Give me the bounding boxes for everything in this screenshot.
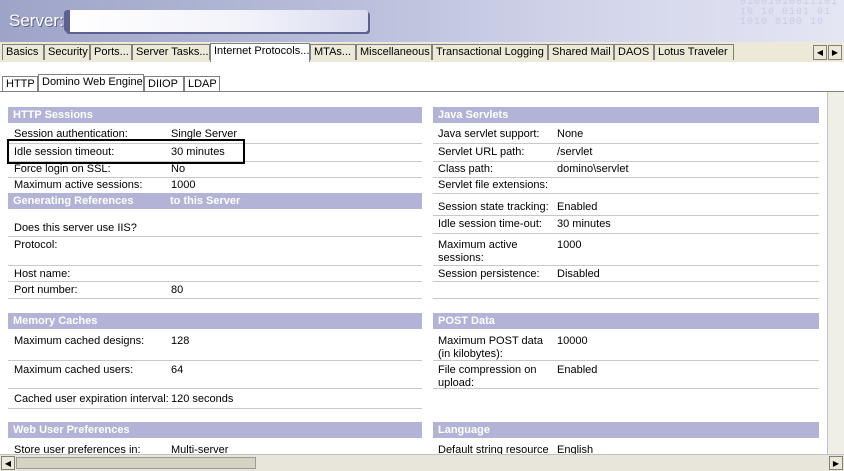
row-divider xyxy=(8,281,422,282)
value-java-max-active-sessions[interactable]: 1000 xyxy=(557,239,581,252)
label-java-max-active-sessions: Maximum active sessions: xyxy=(438,239,518,264)
row-divider xyxy=(433,143,819,144)
value-max-post-data[interactable]: 10000 xyxy=(557,335,588,348)
binary-decoration: 01001010011101 10 10 0101 01 1010 0100 1… xyxy=(739,0,838,28)
value-file-compression-upload[interactable]: Enabled xyxy=(557,364,597,377)
header-title: Server: xyxy=(9,11,64,30)
row-divider xyxy=(433,281,819,282)
tab-scroll-left-icon[interactable]: ◀ xyxy=(813,45,827,60)
row-divider xyxy=(433,193,819,194)
subtab-domino-web-engine[interactable]: Domino Web Engine xyxy=(38,74,144,92)
label-idle-session-time-out: Idle session time-out: xyxy=(438,218,542,230)
sub-tab-divider xyxy=(0,91,844,92)
section-post-data: POST Data xyxy=(433,313,819,329)
value-max-cached-designs[interactable]: 128 xyxy=(171,335,189,348)
label-session-persistence: Session persistence: xyxy=(438,268,540,280)
tab-daos[interactable]: DAOS xyxy=(614,44,654,60)
label-server-use-iis: Does this server use IIS? xyxy=(14,222,137,234)
row-divider xyxy=(433,233,819,234)
label-class-path: Class path: xyxy=(438,163,494,175)
tab-basics[interactable]: Basics xyxy=(2,44,44,60)
server-header: 01001010011101 10 10 0101 01 1010 0100 1… xyxy=(0,0,844,42)
tab-transactional-logging[interactable]: Transactional Logging xyxy=(432,44,548,60)
value-session-persistence[interactable]: Disabled xyxy=(557,268,600,281)
row-divider xyxy=(433,360,819,361)
label-maximum-active-sessions: Maximum active sessions: xyxy=(14,179,143,191)
row-divider xyxy=(433,215,819,216)
tab-server-tasks[interactable]: Server Tasks... xyxy=(132,44,210,60)
subtab-diiop[interactable]: DIIOP xyxy=(144,76,184,92)
value-port-number[interactable]: 80 xyxy=(171,284,183,297)
label-max-post-data: Maximum POST data (in kilobytes): xyxy=(438,335,543,360)
row-divider xyxy=(433,265,819,266)
label-servlet-url-path: Servlet URL path: xyxy=(438,146,525,158)
section-generating-references-title: Generating References xyxy=(13,195,134,207)
vertical-scrollbar[interactable] xyxy=(827,92,844,454)
label-max-cached-designs: Maximum cached designs: xyxy=(14,335,145,347)
subtab-ldap[interactable]: LDAP xyxy=(184,76,220,92)
row-divider xyxy=(433,177,819,178)
label-cached-user-expiration: Cached user expiration interval: xyxy=(14,393,169,405)
value-java-servlet-support[interactable]: None xyxy=(557,128,583,141)
row-divider xyxy=(433,388,819,389)
label-java-servlet-support: Java servlet support: xyxy=(438,128,540,140)
label-port-number: Port number: xyxy=(14,284,78,296)
highlight-rectangle xyxy=(7,139,245,164)
row-divider xyxy=(8,360,422,361)
label-servlet-file-extensions: Servlet file extensions: xyxy=(438,179,549,191)
section-memory-caches: Memory Caches xyxy=(8,313,422,329)
section-web-user-preferences: Web User Preferences xyxy=(8,422,422,438)
label-session-state-tracking: Session state tracking: xyxy=(438,201,549,213)
tab-scroll-buttons: ◀ ▶ xyxy=(812,45,842,60)
subtab-http[interactable]: HTTP xyxy=(2,76,38,92)
section-http-sessions: HTTP Sessions xyxy=(8,107,422,123)
row-divider xyxy=(8,265,422,266)
value-idle-session-time-out[interactable]: 30 minutes xyxy=(557,218,611,231)
value-session-state-tracking[interactable]: Enabled xyxy=(557,201,597,214)
row-divider xyxy=(433,161,819,162)
value-cached-user-expiration[interactable]: 120 seconds xyxy=(171,393,233,406)
value-class-path[interactable]: domino\servlet xyxy=(557,163,629,176)
section-generating-references: Generating References to this Server xyxy=(8,193,422,209)
tab-ports[interactable]: Ports... xyxy=(90,44,132,60)
row-divider xyxy=(433,298,819,299)
row-divider xyxy=(8,236,422,237)
scroll-left-arrow-icon[interactable]: ◀ xyxy=(1,456,15,470)
row-divider xyxy=(8,408,422,409)
scroll-right-arrow-icon[interactable]: ▶ xyxy=(829,456,843,470)
tab-security[interactable]: Security xyxy=(44,44,90,60)
label-force-login-ssl: Force login on SSL: xyxy=(14,163,111,175)
label-host-name: Host name: xyxy=(14,268,71,280)
row-divider xyxy=(8,388,422,389)
label-protocol: Protocol: xyxy=(14,239,58,251)
value-maximum-active-sessions[interactable]: 1000 xyxy=(171,179,195,192)
horizontal-scroll-thumb[interactable] xyxy=(16,457,256,469)
tab-mtas[interactable]: MTAs... xyxy=(310,44,356,60)
tab-lotus-traveler[interactable]: Lotus Traveler xyxy=(654,44,734,60)
server-name-box xyxy=(64,10,368,32)
value-servlet-url-path[interactable]: /servlet xyxy=(557,146,592,159)
section-generating-references-title2: to this Server xyxy=(170,195,241,207)
row-divider xyxy=(8,298,422,299)
value-force-login-ssl[interactable]: No xyxy=(171,163,185,176)
tab-miscellaneous[interactable]: Miscellaneous xyxy=(356,44,432,60)
section-language: Language xyxy=(433,422,819,438)
row-divider xyxy=(8,177,422,178)
tab-scroll-right-icon[interactable]: ▶ xyxy=(828,45,842,60)
horizontal-scrollbar[interactable]: ◀ ▶ xyxy=(0,454,844,471)
main-tab-bar: Basics Security Ports... Server Tasks...… xyxy=(0,42,844,63)
tab-shared-mail[interactable]: Shared Mail xyxy=(548,44,614,60)
section-java-servlets: Java Servlets xyxy=(433,107,819,123)
label-max-cached-users: Maximum cached users: xyxy=(14,364,134,376)
value-max-cached-users[interactable]: 64 xyxy=(171,364,183,377)
tab-internet-protocols[interactable]: Internet Protocols... xyxy=(210,43,310,62)
label-file-compression-upload: File compression on upload: xyxy=(438,364,537,389)
